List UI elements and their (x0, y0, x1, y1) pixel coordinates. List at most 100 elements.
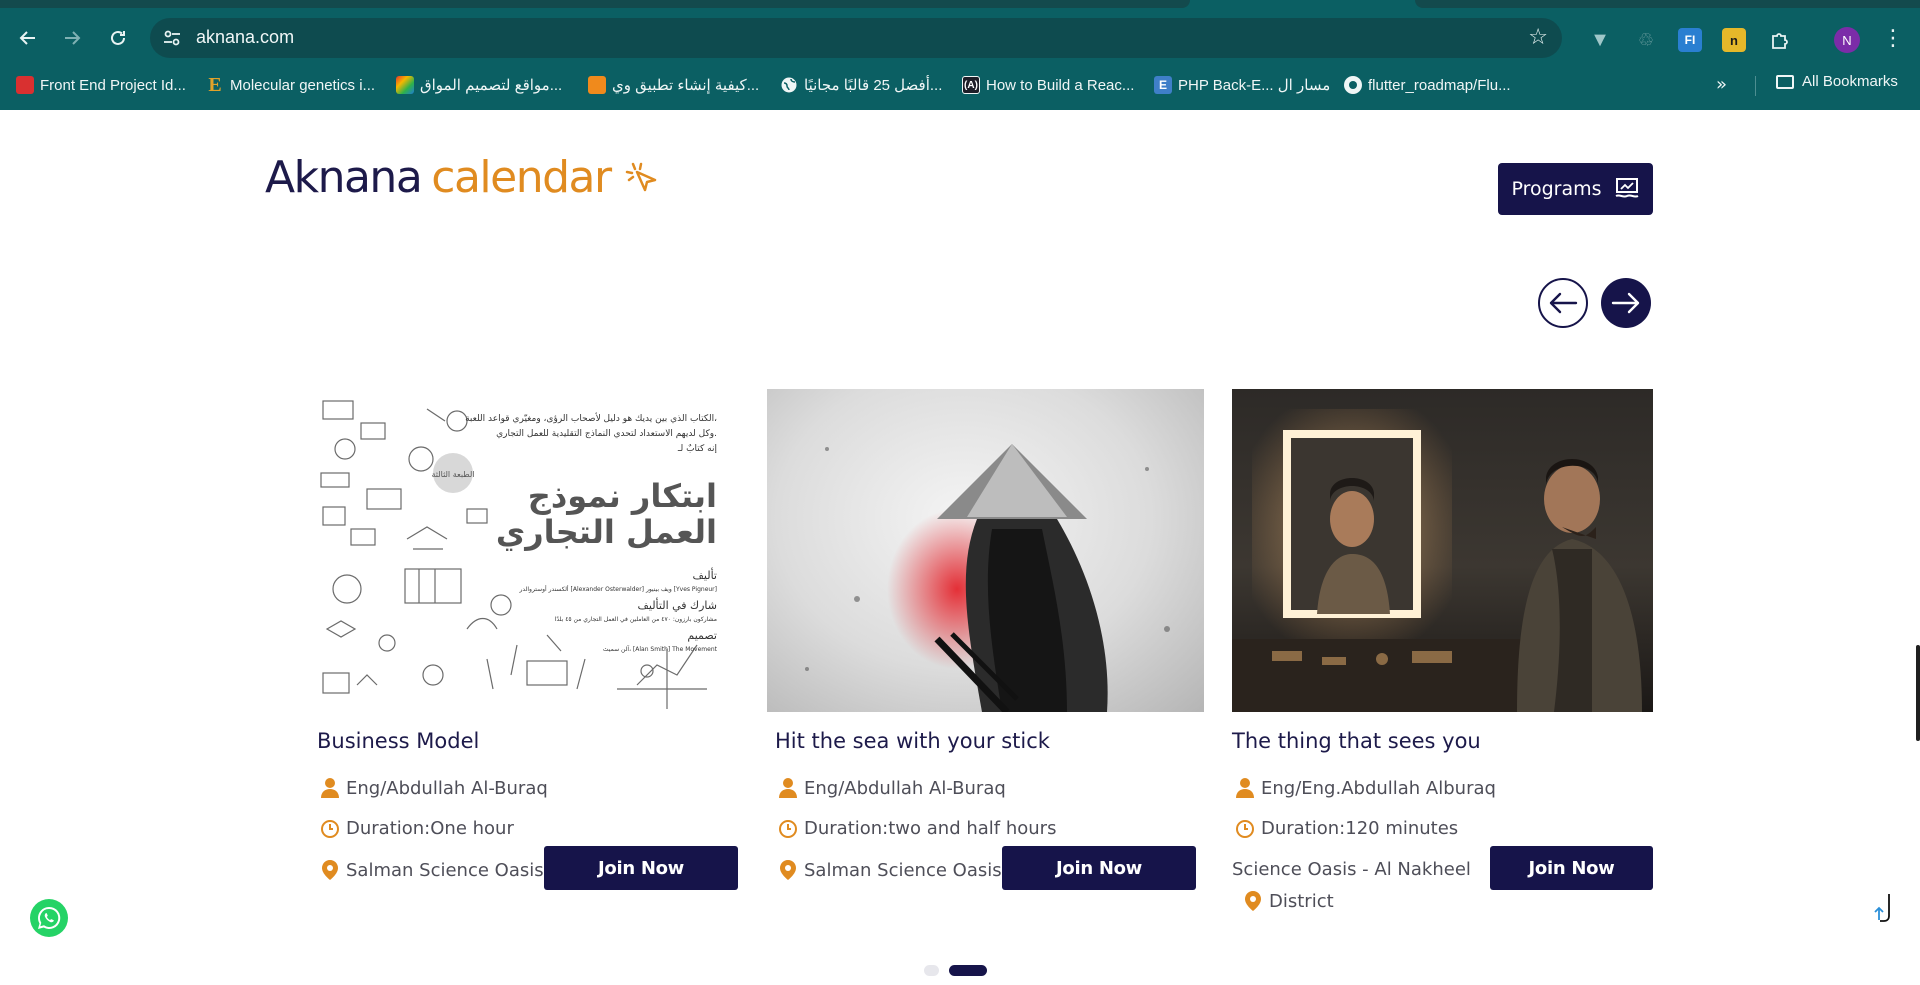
logo-word-calendar: calendar (431, 152, 612, 203)
browser-chrome: aknana.com ☆ ▼ ♲ FI n N ⋮ Front End Proj… (0, 0, 1920, 110)
dev-logo-icon: (A) (962, 76, 980, 94)
card-location-district: District (1243, 890, 1334, 912)
programs-label: Programs (1511, 178, 1602, 200)
e-blue-icon: E (1154, 76, 1172, 94)
bookmark-star-icon[interactable]: ☆ (1528, 25, 1548, 50)
site-settings-icon[interactable] (162, 28, 182, 48)
extensions-puzzle-icon[interactable] (1768, 28, 1792, 52)
card-title[interactable]: Business Model (317, 729, 479, 753)
profile-avatar[interactable]: N (1834, 27, 1860, 53)
more-bookmarks-icon[interactable]: » (1716, 74, 1727, 95)
card-instructor: Eng/Abdullah Al-Buraq (320, 777, 548, 799)
bookmarks-bar: Front End Project Id... E Molecular gene… (0, 70, 1920, 100)
samurai-illustration (805, 444, 1170, 712)
tab-strip (0, 0, 1920, 8)
vue-devtools-icon[interactable]: ▼ (1588, 28, 1612, 52)
card-image-book-cover[interactable]: الكتاب الذي بين يديك هو دليل لأصحاب الرؤ… (317, 389, 726, 712)
card-location: Science Oasis - Al Nakheel (1232, 859, 1471, 880)
red-bookmark-icon (16, 76, 34, 94)
book-cover-illustration: الكتاب الذي بين يديك هو دليل لأصحاب الرؤ… (320, 400, 718, 709)
clock-icon (321, 819, 339, 838)
bookmark-item[interactable]: E Molecular genetics i... (206, 73, 375, 97)
card-location: Salman Science Oasis (778, 859, 1002, 881)
mirror-scene-illustration (1232, 409, 1642, 712)
card-image-samurai[interactable] (767, 389, 1204, 712)
user-icon (779, 778, 797, 798)
bookmark-item[interactable]: كيفية إنشاء تطبيق وي... (588, 73, 759, 97)
clock-icon (779, 819, 797, 838)
bookmark-item[interactable]: (A) How to Build a Reac... (962, 73, 1134, 97)
cover-title: العمل التجاري (496, 513, 717, 551)
orange-cube-icon (588, 76, 606, 94)
carousel-prev-button[interactable] (1538, 278, 1588, 328)
programs-button[interactable]: Programs (1498, 163, 1653, 215)
page-scrollbar[interactable] (1916, 645, 1920, 741)
bookmarks-divider (1755, 76, 1756, 96)
carousel-next-button[interactable] (1601, 278, 1651, 328)
colorful-logo-icon (396, 76, 414, 94)
carousel-pagination (924, 965, 987, 976)
logo-word-aknana: Aknana (265, 152, 423, 203)
e-letter-icon: E (208, 73, 222, 96)
forward-icon[interactable] (58, 24, 86, 52)
arrow-right-icon (1611, 292, 1640, 314)
card-instructor: Eng/Eng.Abdullah Alburaq (1235, 777, 1496, 799)
location-pin-icon (1245, 891, 1261, 911)
cover-text-line: وكل لديهم الاستعداد لتحدي النماذج التقلي… (496, 429, 717, 439)
cover-text-line: تأليف (693, 567, 717, 582)
reload-icon[interactable] (104, 24, 132, 52)
tab-strip-right (1415, 0, 1920, 8)
scroll-to-top-button[interactable] (1865, 890, 1895, 924)
card-duration: Duration:two and half hours (778, 818, 1056, 839)
whatsapp-icon (38, 906, 61, 929)
location-pin-icon (322, 860, 338, 880)
whatsapp-chat-button[interactable] (30, 899, 68, 937)
url-text[interactable]: aknana.com (196, 27, 294, 48)
carousel-dot[interactable] (924, 965, 939, 976)
card-title[interactable]: The thing that sees you (1232, 729, 1481, 753)
fi-extension-icon[interactable]: FI (1678, 28, 1702, 52)
card-title[interactable]: Hit the sea with your stick (775, 729, 1050, 753)
cover-text-line: مشاركون بارزون: ٤٧٠ من العاملين في العمل… (555, 616, 717, 623)
location-pin-icon (780, 860, 796, 880)
card-instructor: Eng/Abdullah Al-Buraq (778, 777, 1006, 799)
cover-title: ابتكار نموذج (528, 477, 717, 515)
cover-text-line: آلن سميث، [Alan Smith] The Movement (603, 644, 718, 653)
carousel-dot-active[interactable] (949, 965, 987, 976)
tab-strip-left (0, 0, 1190, 8)
n-extension-icon[interactable]: n (1722, 28, 1746, 52)
browser-menu-icon[interactable]: ⋮ (1882, 26, 1904, 51)
clock-icon (1236, 819, 1254, 838)
back-icon[interactable] (14, 24, 42, 52)
browser-toolbar: aknana.com ☆ ▼ ♲ FI n N ⋮ (0, 10, 1920, 66)
card-image-mirror[interactable] (1232, 389, 1653, 712)
bookmark-item[interactable]: أفضل 25 قالبًا مجانيًا... (780, 73, 942, 97)
all-bookmarks-button[interactable]: All Bookmarks (1776, 73, 1898, 90)
bookmark-item[interactable]: flutter_roadmap/Flu... (1344, 73, 1511, 97)
join-now-button[interactable]: Join Now (544, 846, 738, 890)
user-icon (321, 778, 339, 798)
web-page: Aknana calendar Programs الكتاب الذي بين… (0, 110, 1920, 985)
bookmark-item[interactable]: E PHP Back-E... مسار ال (1154, 73, 1330, 97)
cursor-click-icon (625, 162, 656, 191)
site-logo[interactable]: Aknana calendar (265, 152, 661, 203)
address-bar[interactable]: aknana.com ☆ (150, 18, 1562, 58)
bookmark-item[interactable]: Front End Project Id... (16, 73, 186, 97)
cover-text-line: شارك في التأليف (637, 597, 717, 612)
recycle-extension-icon[interactable]: ♲ (1634, 28, 1658, 52)
join-now-button[interactable]: Join Now (1490, 846, 1653, 890)
cover-text-line: تصميم (687, 629, 717, 642)
github-icon (1344, 76, 1362, 94)
bookmark-item[interactable]: مواقع لتصميم المواق... (396, 73, 562, 97)
folder-icon (1776, 74, 1794, 89)
user-icon (1236, 778, 1254, 798)
edition-badge-text: الطبعة الثالثة (432, 470, 475, 479)
cover-text-line: ألكسندر أوستروالدر [Alexander Osterwalde… (519, 585, 717, 593)
cover-text-line: الكتاب الذي بين يديك هو دليل لأصحاب الرؤ… (465, 412, 717, 424)
card-duration: Duration:120 minutes (1235, 818, 1458, 839)
presentation-icon (1615, 178, 1638, 198)
arrow-left-icon (1549, 292, 1578, 314)
arrow-up-icon (1874, 894, 1890, 922)
join-now-button[interactable]: Join Now (1002, 846, 1196, 890)
card-location: Salman Science Oasis (320, 859, 544, 881)
